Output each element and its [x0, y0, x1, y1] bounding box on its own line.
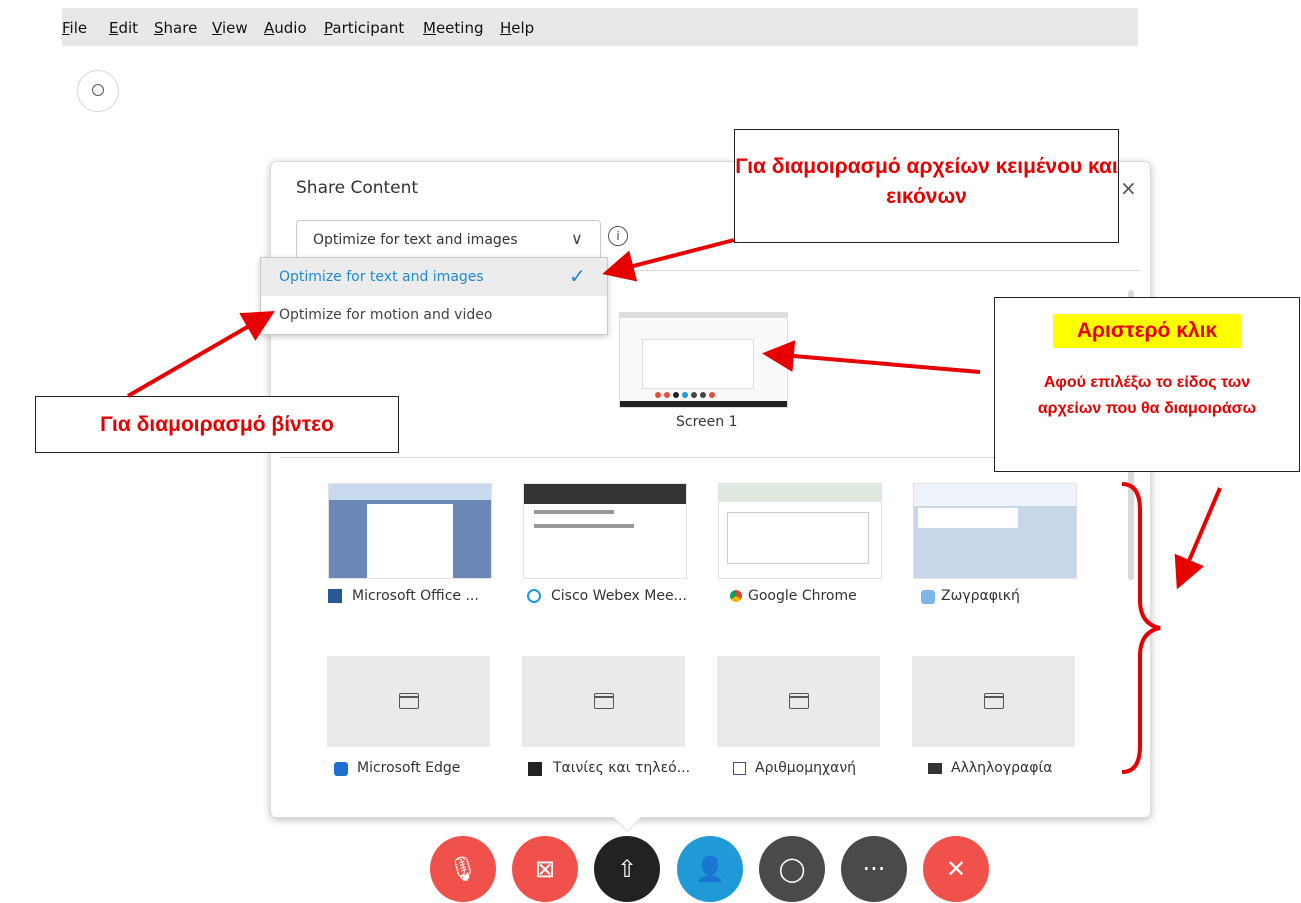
menu-meeting[interactable]: Meeting [423, 19, 484, 37]
arrow-to-video-option [126, 310, 275, 398]
app-label-chrome: Google Chrome [748, 588, 857, 604]
menu-audio[interactable]: Audio [264, 19, 307, 37]
optimize-select-value: Optimize for text and images [313, 232, 518, 248]
meeting-info-button[interactable] [77, 70, 119, 112]
close-icon: ✕ [945, 855, 967, 883]
app-label-edge: Microsoft Edge [357, 760, 461, 776]
arrow-down-to-apps [1174, 487, 1222, 590]
menu-edit[interactable]: Edit [109, 19, 138, 37]
window-icon [789, 693, 809, 709]
edge-window-tile[interactable] [327, 656, 490, 747]
option-motion-video[interactable]: Optimize for motion and video [261, 296, 607, 334]
chevron-down-icon: ∨ [571, 229, 583, 248]
menu-participant[interactable]: Participant [324, 19, 404, 37]
menu-bar: File Edit Share View Audio Participant M… [62, 8, 1138, 46]
more-button[interactable]: ··· [841, 836, 907, 902]
mute-button[interactable]: 🎙 [430, 836, 496, 902]
menu-help[interactable]: Help [500, 19, 534, 37]
video-off-icon: ⊠ [534, 855, 556, 883]
calculator-window-tile[interactable] [717, 656, 880, 747]
microphone-muted-icon: 🎙 [447, 855, 479, 883]
share-icon: ⇧ [616, 855, 638, 883]
paint-icon [921, 590, 935, 604]
mail-window-tile[interactable] [912, 656, 1075, 747]
annotation-text-images: Για διαμοιρασμό αρχείων κειμένου και εικ… [734, 129, 1119, 243]
close-icon[interactable]: × [1120, 176, 1137, 200]
movies-window-tile[interactable] [522, 656, 685, 747]
option-text-images[interactable]: Optimize for text and images ✓ [261, 258, 607, 296]
app-label-mail: Αλληλογραφία [951, 760, 1053, 776]
movies-icon [528, 762, 542, 776]
app-label-word: Microsoft Office ... [352, 588, 479, 604]
app-label-paint: Ζωγραφική [941, 588, 1020, 604]
app-label-calculator: Αριθμομηχανή [755, 760, 857, 776]
paint-window-thumbnail[interactable] [913, 483, 1077, 579]
app-label-movies: Ταινίες και τηλεό... [553, 760, 691, 776]
chrome-icon [730, 590, 742, 602]
optimize-dropdown: Optimize for text and images ✓ Optimize … [260, 257, 608, 335]
webex-window-thumbnail[interactable] [523, 483, 687, 579]
calculator-icon [733, 762, 746, 775]
screen-1-label: Screen 1 [676, 414, 738, 430]
window-icon [594, 693, 614, 709]
app-label-webex: Cisco Webex Mee... [551, 588, 687, 604]
annotation-left-click-title: Αριστερό κλικ [1053, 314, 1241, 348]
window-icon [984, 693, 1004, 709]
leave-button[interactable]: ✕ [923, 836, 989, 902]
annotation-left-click: Αριστερό κλικ Αφού επιλέξω το είδος των … [994, 297, 1300, 472]
screen-1-thumbnail[interactable] [619, 312, 788, 408]
optimize-info-icon[interactable]: i [608, 226, 628, 246]
participants-button[interactable]: 👤 [677, 836, 743, 902]
annotation-video: Για διαμοιρασμό βίντεο [35, 396, 399, 453]
optimize-select[interactable]: Optimize for text and images ∨ [296, 220, 601, 262]
check-icon: ✓ [569, 264, 586, 288]
participants-icon: 👤 [695, 855, 725, 883]
edge-icon [334, 762, 348, 776]
menu-share[interactable]: Share [154, 19, 197, 37]
window-icon [399, 693, 419, 709]
menu-view[interactable]: View [212, 19, 248, 37]
mail-icon [928, 763, 942, 774]
chat-icon: ◯ [778, 855, 806, 883]
video-button[interactable]: ⊠ [512, 836, 578, 902]
share-button[interactable]: ⇧ [594, 836, 660, 902]
menu-file[interactable]: File [62, 19, 87, 37]
info-icon [92, 84, 104, 96]
annotation-after-choose: Αφού επιλέξω το είδος των αρχείων που θα… [1037, 374, 1257, 417]
chrome-window-thumbnail[interactable] [718, 483, 882, 579]
word-window-thumbnail[interactable] [328, 483, 492, 579]
panel-title: Share Content [296, 178, 419, 198]
webex-icon [527, 589, 541, 603]
more-icon: ··· [862, 855, 886, 883]
word-icon [328, 589, 342, 603]
chat-button[interactable]: ◯ [759, 836, 825, 902]
